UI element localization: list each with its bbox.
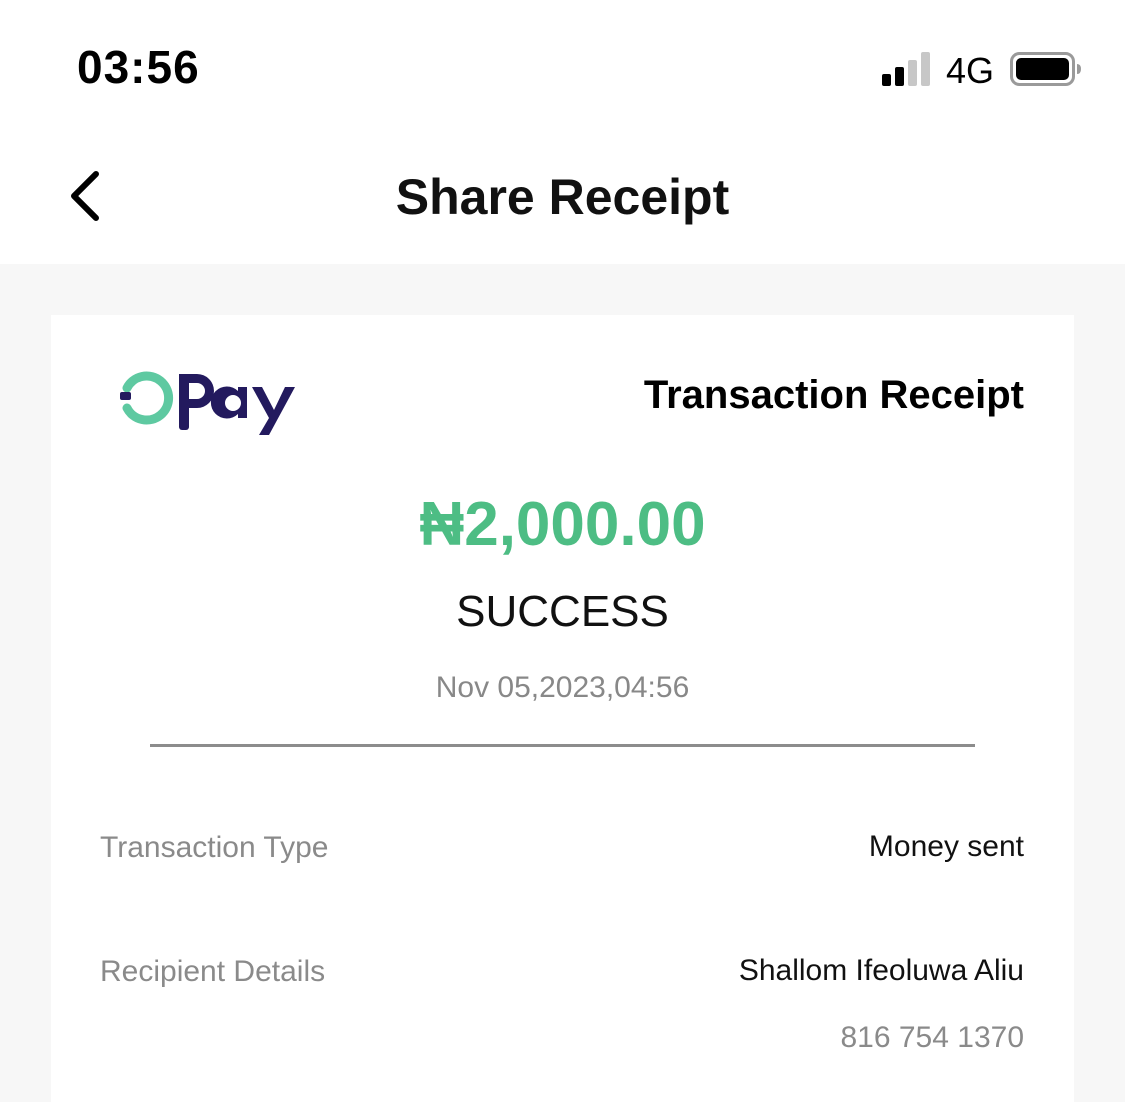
recipient-details-label: Recipient Details: [100, 955, 326, 988]
navigation-bar: Share Receipt: [0, 130, 1125, 264]
opay-logo: [120, 371, 295, 435]
transaction-type-label: Transaction Type: [100, 831, 329, 864]
opay-logo-mark: [120, 371, 174, 425]
opay-logo-wordmark: [179, 374, 295, 435]
page-title: Share Receipt: [395, 169, 730, 225]
cellular-signal-icon: [882, 52, 930, 86]
receipt-heading: Transaction Receipt: [643, 373, 1024, 417]
divider: [150, 744, 975, 747]
transaction-status: SUCCESS: [456, 587, 669, 636]
transaction-amount: ₦2,000.00: [419, 490, 706, 559]
recipient-name: Shallom Ifeoluwa Aliu: [738, 954, 1024, 987]
status-bar: 03:56 4G: [0, 0, 1125, 130]
status-time: 03:56: [77, 41, 200, 93]
battery-icon: [1010, 52, 1081, 86]
transaction-datetime: Nov 05,2023,04:56: [435, 671, 690, 704]
receipt-card: Transaction Receipt ₦2,000.00 SUCCESS No…: [51, 315, 1074, 1102]
transaction-type-value: Money sent: [868, 830, 1024, 863]
recipient-phone: 816 754 1370: [840, 1021, 1024, 1054]
network-type: 4G: [946, 50, 995, 91]
